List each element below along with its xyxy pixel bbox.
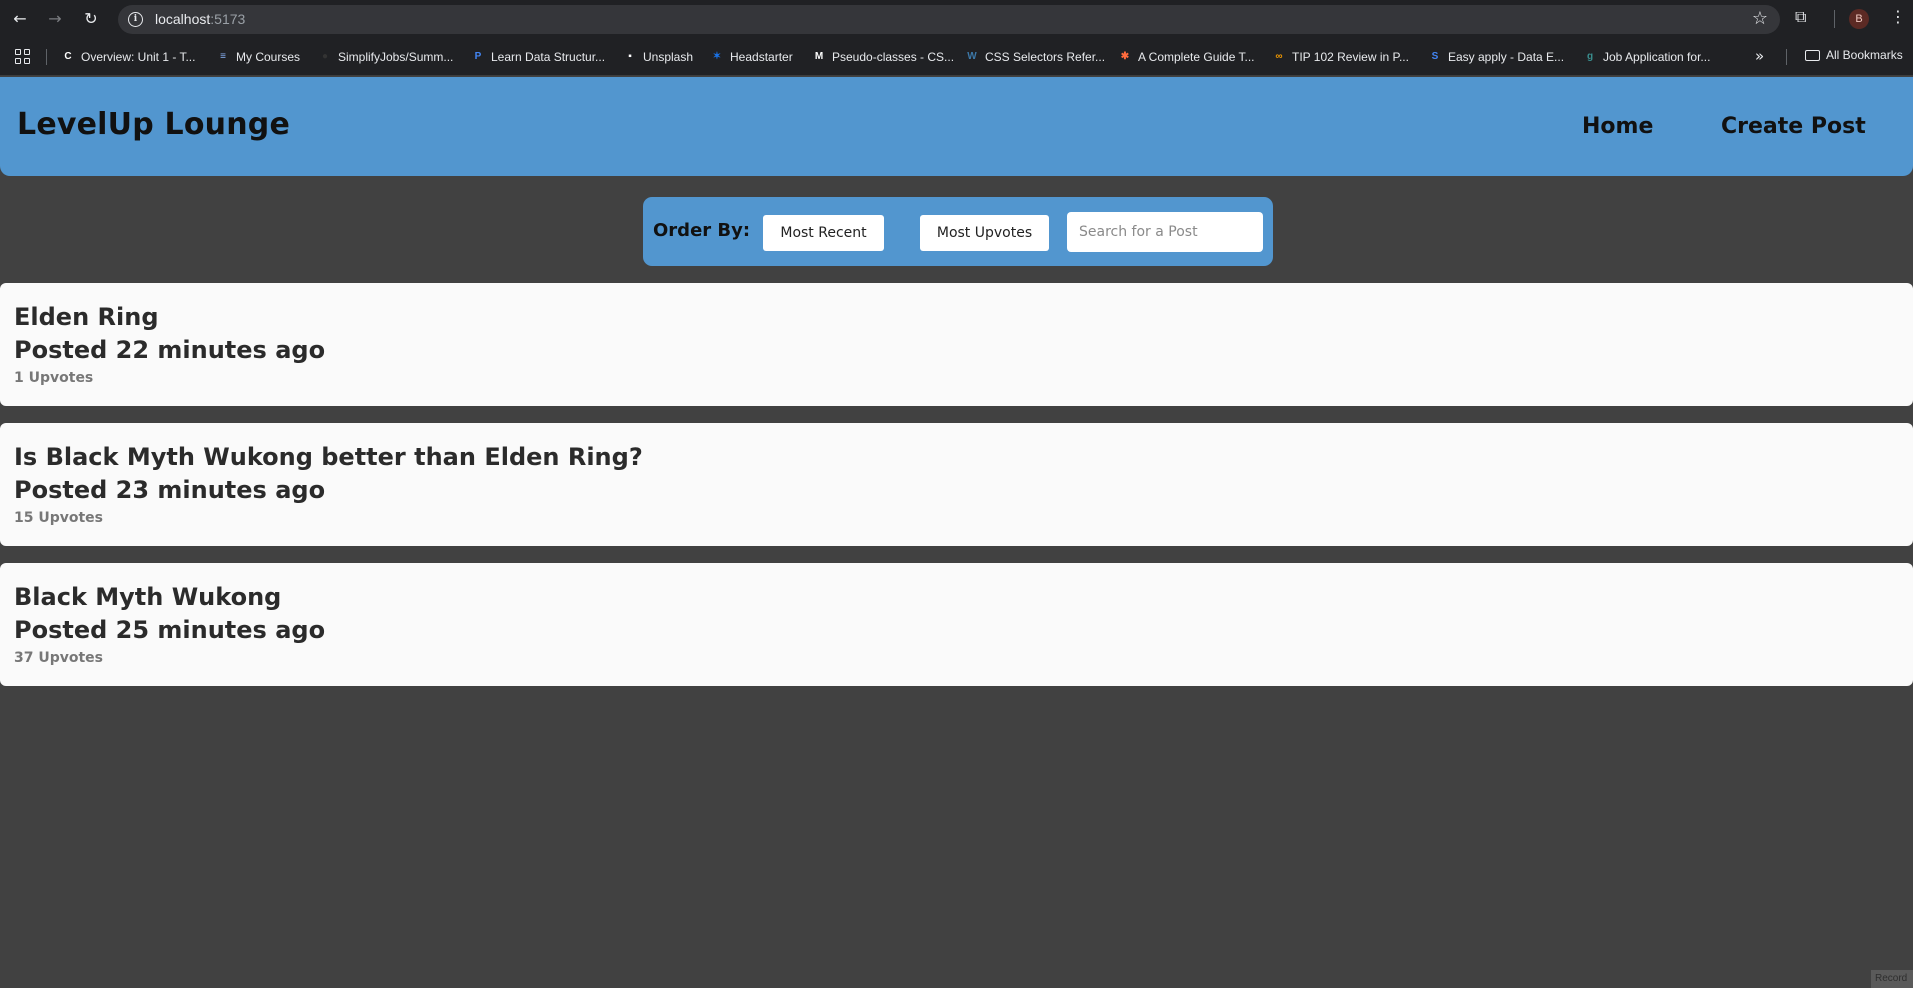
bookmark-item[interactable]: ✱ A Complete Guide T... [1118,48,1255,66]
nav-create-post-link[interactable]: Create Post [1721,114,1866,139]
bookmarks-divider [1786,49,1787,65]
extensions-icon[interactable]: ⧉ [1795,7,1806,27]
all-bookmarks-label: All Bookmarks [1826,48,1903,62]
bookmark-item[interactable]: ≡ My Courses [216,48,300,66]
bookmark-favicon-icon: P [474,51,482,62]
post-title: Is Black Myth Wukong better than Elden R… [14,443,643,471]
reload-icon[interactable]: ↻ [79,7,103,31]
most-upvotes-button[interactable]: Most Upvotes [920,215,1049,251]
toolbar-divider [1834,10,1835,28]
post-card[interactable]: Elden Ring Posted 22 minutes ago 1 Upvot… [0,283,1913,406]
bookmark-label: SimplifyJobs/Summ... [338,50,454,64]
bookmark-label: Easy apply - Data E... [1448,50,1565,64]
search-input[interactable] [1067,212,1263,252]
post-card[interactable]: Black Myth Wukong Posted 25 minutes ago … [0,563,1913,686]
bookmark-label: CSS Selectors Refer... [985,50,1106,64]
bookmarks-divider [46,49,47,65]
browser-toolbar: ← → ↻ i localhost:5173 ☆ ⧉ B ⋮ [0,0,1913,38]
nav-home-link[interactable]: Home [1582,114,1653,139]
bookmark-item[interactable]: ✶ Headstarter [710,48,793,66]
all-bookmarks-button[interactable]: All Bookmarks [1805,48,1903,62]
bookmark-favicon-icon: ✱ [1120,51,1130,62]
corner-badge: Record [1871,970,1913,988]
bookmark-favicon-icon: M [814,51,824,62]
folder-icon [1805,49,1820,61]
bookmark-favicon-icon: ✶ [712,51,722,62]
post-title: Black Myth Wukong [14,583,282,611]
bookmark-label: My Courses [236,50,301,64]
bookmark-item[interactable]: ● SimplifyJobs/Summ... [318,48,453,66]
bookmark-item[interactable]: W CSS Selectors Refer... [965,48,1105,66]
bookmark-favicon-icon: S [1431,51,1439,62]
bookmark-label: Pseudo-classes - CS... [832,50,955,64]
order-by-label: Order By: [653,220,751,241]
menu-icon[interactable]: ⋮ [1890,7,1906,26]
post-upvotes: 15 Upvotes [14,510,104,526]
bookmark-item[interactable]: g Job Application for... [1583,48,1710,66]
bookmark-label: A Complete Guide T... [1138,50,1255,64]
post-time: Posted 23 minutes ago [14,476,326,504]
most-recent-button[interactable]: Most Recent [763,215,884,251]
url-text[interactable]: localhost:5173 [155,11,245,27]
bookmark-label: TIP 102 Review in P... [1292,50,1409,64]
app-title: LevelUp Lounge [17,107,290,142]
bookmark-item[interactable]: S Easy apply - Data E... [1428,48,1564,66]
bookmark-label: Headstarter [730,50,793,64]
address-bar[interactable]: i localhost:5173 ☆ [118,5,1780,34]
bookmark-star-icon[interactable]: ☆ [1752,8,1768,29]
bookmark-label: Unsplash [643,50,694,64]
site-info-icon[interactable]: i [128,12,143,27]
bookmark-item[interactable]: C Overview: Unit 1 - T... [61,48,195,66]
bookmark-item[interactable]: P Learn Data Structur... [471,48,605,66]
post-upvotes: 1 Upvotes [14,370,94,386]
app-header: LevelUp Lounge Home Create Post [0,77,1913,176]
bookmark-label: Learn Data Structur... [491,50,606,64]
bookmark-favicon-icon: ∞ [1275,51,1283,62]
bookmark-item[interactable]: ▪ Unsplash [623,48,693,66]
apps-grid-icon[interactable] [15,49,31,65]
forward-icon[interactable]: → [43,7,67,31]
more-bookmarks-icon[interactable]: » [1755,47,1764,65]
post-time: Posted 22 minutes ago [14,336,326,364]
bookmark-favicon-icon: C [64,51,72,62]
bookmark-favicon-icon: ● [321,51,329,62]
post-card[interactable]: Is Black Myth Wukong better than Elden R… [0,423,1913,546]
bookmark-favicon-icon: g [1586,51,1594,62]
bookmark-favicon-icon: ≡ [220,51,226,62]
post-title: Elden Ring [14,303,159,331]
bookmark-label: Overview: Unit 1 - T... [81,50,196,64]
bookmark-label: Job Application for... [1603,50,1711,64]
post-upvotes: 37 Upvotes [14,650,104,666]
profile-avatar[interactable]: B [1849,9,1869,29]
bookmark-item[interactable]: ∞ TIP 102 Review in P... [1272,48,1409,66]
bookmarks-bar: C Overview: Unit 1 - T... ≡ My Courses ● Simp… [0,38,1913,76]
order-bar: Order By: Most Recent Most Upvotes [643,197,1273,266]
bookmark-item[interactable]: M Pseudo-classes - CS... [812,48,954,66]
bookmark-favicon-icon: W [967,51,977,62]
post-time: Posted 25 minutes ago [14,616,326,644]
bookmark-favicon-icon: ▪ [628,51,632,62]
back-icon[interactable]: ← [8,7,32,31]
